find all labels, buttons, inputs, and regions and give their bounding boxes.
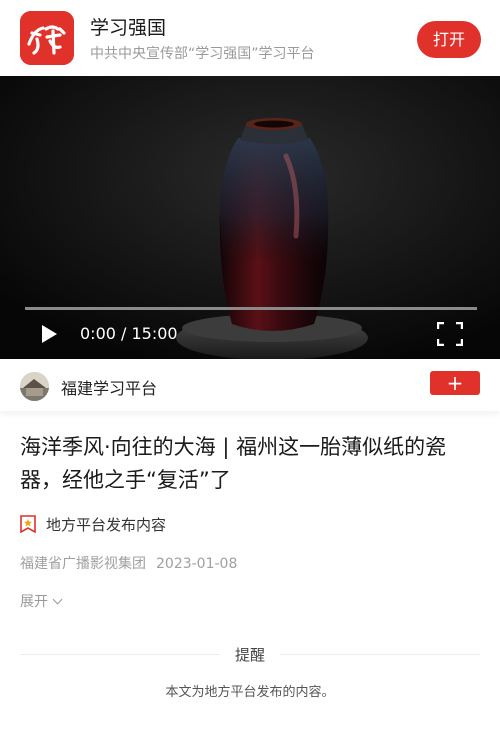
article-title: 海洋季风·向往的大海 | 福州这一胎薄似纸的瓷器，经他之手“复活”了	[20, 435, 447, 492]
publisher-row: 福建学习平台 +	[0, 359, 500, 411]
ribbon-star-icon	[20, 515, 36, 534]
article-meta: 福建省广播影视集团 2023-01-08	[20, 553, 237, 573]
fullscreen-icon[interactable]	[436, 321, 464, 347]
avatar[interactable]	[20, 372, 49, 401]
app-banner: 学习强国 中共中央宣传部“学习强国”学习平台 打开	[0, 0, 500, 76]
publisher-name[interactable]: 福建学习平台	[61, 375, 157, 399]
open-app-button[interactable]: 打开	[417, 21, 481, 58]
video-player[interactable]: 0:00 / 15:00	[0, 76, 500, 359]
video-frame	[0, 76, 500, 359]
article-date: 2023-01-08	[156, 556, 238, 572]
expand-button[interactable]: 展开	[20, 591, 63, 611]
app-name: 学习强国	[90, 17, 167, 39]
notice-text: 本文为地方平台发布的内容。	[165, 685, 335, 700]
play-icon[interactable]	[38, 323, 60, 345]
notice-title: 提醒	[234, 646, 265, 664]
chevron-down-icon	[52, 594, 63, 605]
progress-bar[interactable]	[25, 307, 477, 310]
app-subtitle: 中共中央宣传部“学习强国”学习平台	[90, 46, 315, 62]
time-display: 0:00 / 15:00	[80, 324, 178, 343]
follow-button[interactable]: +	[430, 371, 480, 395]
article-author: 福建省广播影视集团	[20, 556, 146, 572]
source-tag-label: 地方平台发布内容	[46, 516, 167, 534]
expand-label: 展开	[20, 594, 48, 610]
xuexi-logo-icon	[20, 11, 74, 65]
